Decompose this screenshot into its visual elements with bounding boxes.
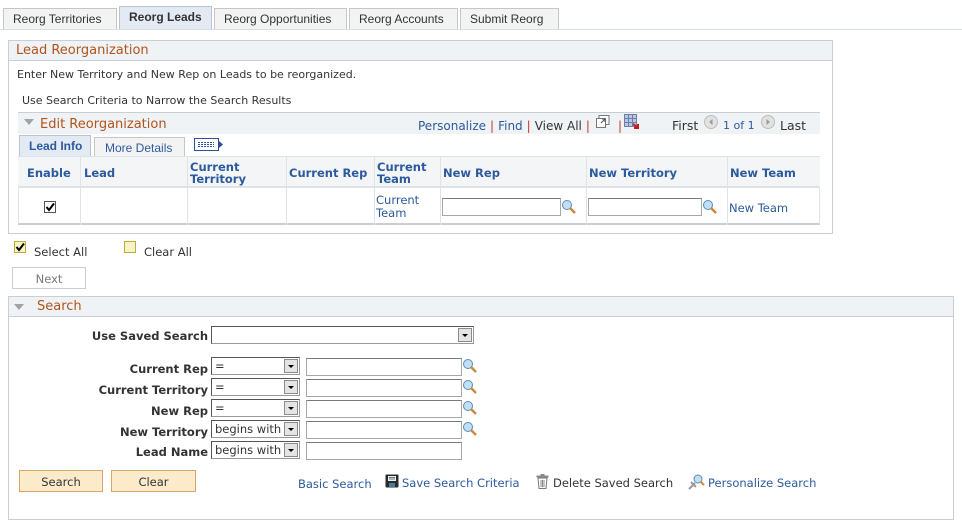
clear-button[interactable]: Clear bbox=[111, 470, 196, 492]
subtab-lead-info[interactable]: Lead Info bbox=[19, 135, 91, 156]
show-all-columns-icon[interactable] bbox=[194, 138, 224, 152]
new-territory-lookup-icon[interactable] bbox=[702, 199, 718, 215]
enable-checkbox[interactable] bbox=[44, 201, 56, 213]
view-all-link[interactable]: View All bbox=[535, 119, 582, 133]
tab-reorg-accounts[interactable]: Reorg Accounts bbox=[349, 8, 458, 30]
dropdown-arrow-icon bbox=[284, 401, 298, 415]
subtab-more-details[interactable]: More Details bbox=[94, 137, 185, 156]
col-divider bbox=[374, 156, 375, 225]
clear-all-link[interactable]: Clear All bbox=[144, 245, 192, 259]
select-all-icon[interactable] bbox=[14, 241, 26, 253]
save-search-criteria-link[interactable]: Save Search Criteria bbox=[402, 476, 520, 490]
tab-submit-reorg[interactable]: Submit Reorg bbox=[460, 8, 559, 30]
download-to-excel-icon[interactable] bbox=[624, 114, 640, 130]
col-divider bbox=[727, 156, 728, 225]
dropdown-arrow-icon bbox=[284, 422, 298, 436]
grid-title: Edit Reorganization bbox=[40, 117, 167, 132]
tab-reorg-leads[interactable]: Reorg Leads bbox=[119, 6, 212, 30]
use-saved-search-select[interactable] bbox=[211, 326, 474, 344]
grid-toolbar: Personalize | Find | View All | bbox=[418, 119, 590, 133]
col-header-new-rep[interactable]: New Rep bbox=[443, 167, 500, 179]
current-rep-input[interactable] bbox=[306, 358, 462, 376]
new-territory-label: New Territory bbox=[119, 425, 208, 439]
previous-page-icon[interactable] bbox=[704, 115, 718, 129]
col-header-lead[interactable]: Lead bbox=[84, 167, 115, 179]
tab-reorg-opportunities[interactable]: Reorg Opportunities bbox=[214, 8, 347, 30]
current-territory-lookup-icon[interactable] bbox=[462, 379, 478, 395]
trash-icon[interactable] bbox=[536, 474, 549, 489]
col-header-new-team[interactable]: New Team bbox=[730, 167, 796, 179]
col-header-enable[interactable]: Enable bbox=[27, 167, 71, 179]
col-header-current-rep[interactable]: Current Rep bbox=[289, 167, 367, 179]
lead-reorganization-title: Lead Reorganization bbox=[9, 41, 832, 61]
new-window-icon[interactable] bbox=[596, 115, 610, 128]
col-divider bbox=[586, 156, 587, 225]
page-info: 1 of 1 bbox=[723, 119, 755, 132]
subtab-area bbox=[18, 134, 820, 135]
current-territory-input[interactable] bbox=[306, 379, 462, 397]
current-rep-lookup-icon[interactable] bbox=[462, 358, 478, 374]
new-territory-search-lookup-icon[interactable] bbox=[462, 421, 478, 437]
select-all-link[interactable]: Select All bbox=[34, 245, 87, 259]
dropdown-arrow-icon bbox=[284, 443, 298, 457]
dropdown-arrow-icon bbox=[458, 328, 472, 342]
current-territory-label: Current Territory bbox=[98, 383, 208, 397]
personalize-link[interactable]: Personalize bbox=[418, 119, 486, 133]
new-territory-input[interactable] bbox=[588, 198, 702, 216]
checkmark-icon bbox=[15, 242, 25, 252]
new-rep-label: New Rep bbox=[151, 404, 208, 418]
col-divider bbox=[440, 156, 441, 225]
collapse-triangle-icon[interactable] bbox=[24, 119, 34, 125]
delete-saved-search-link[interactable]: Delete Saved Search bbox=[553, 476, 673, 490]
current-rep-label: Current Rep bbox=[129, 362, 208, 376]
save-icon[interactable] bbox=[385, 474, 399, 488]
lead-name-input[interactable] bbox=[306, 442, 462, 460]
use-saved-search-label: Use Saved Search bbox=[91, 329, 208, 343]
toolbar-separator: | bbox=[618, 119, 623, 133]
lead-name-label: Lead Name bbox=[135, 445, 208, 459]
new-rep-operator[interactable]: = bbox=[211, 399, 300, 417]
col-divider bbox=[80, 156, 81, 225]
col-divider bbox=[187, 156, 188, 225]
next-page-icon[interactable] bbox=[761, 115, 775, 129]
col-divider bbox=[286, 156, 287, 225]
personalize-search-link[interactable]: Personalize Search bbox=[708, 476, 816, 490]
current-territory-operator[interactable]: = bbox=[211, 378, 300, 396]
clear-all-icon[interactable] bbox=[124, 241, 136, 253]
new-rep-search-lookup-icon[interactable] bbox=[462, 400, 478, 416]
dropdown-arrow-icon bbox=[284, 380, 298, 394]
col-header-new-territory[interactable]: New Territory bbox=[589, 167, 677, 179]
current-rep-operator[interactable]: = bbox=[211, 357, 300, 375]
dropdown-arrow-icon bbox=[284, 359, 298, 373]
new-rep-lookup-icon[interactable] bbox=[561, 199, 577, 215]
search-button[interactable]: Search bbox=[19, 470, 103, 492]
new-territory-operator[interactable]: begins with bbox=[211, 420, 300, 438]
search-hint-text: Use Search Criteria to Narrow the Search… bbox=[22, 94, 292, 107]
new-rep-input[interactable] bbox=[442, 198, 561, 216]
checkmark-icon bbox=[45, 202, 55, 212]
col-header-current-team[interactable]: Current Team bbox=[377, 161, 432, 185]
last-label: Last bbox=[780, 118, 807, 133]
instruction-text: Enter New Territory and New Rep on Leads… bbox=[17, 68, 357, 81]
tab-reorg-territories[interactable]: Reorg Territories bbox=[3, 8, 117, 30]
find-link[interactable]: Find bbox=[498, 119, 523, 133]
basic-search-link[interactable]: Basic Search bbox=[298, 477, 372, 491]
collapse-search-triangle-icon[interactable] bbox=[14, 304, 24, 310]
current-team-value: Current Team bbox=[376, 193, 420, 220]
lead-name-operator[interactable]: begins with bbox=[211, 441, 300, 459]
new-team-value: New Team bbox=[729, 201, 789, 215]
personalize-search-icon[interactable] bbox=[687, 473, 705, 491]
first-label: First bbox=[672, 118, 699, 133]
search-title: Search bbox=[9, 297, 953, 317]
new-rep-search-input[interactable] bbox=[306, 400, 462, 418]
new-territory-search-input[interactable] bbox=[306, 421, 462, 439]
tab-divider bbox=[0, 29, 962, 30]
next-button[interactable]: Next bbox=[12, 267, 86, 289]
col-header-current-territory[interactable]: Current Territory bbox=[190, 161, 270, 185]
